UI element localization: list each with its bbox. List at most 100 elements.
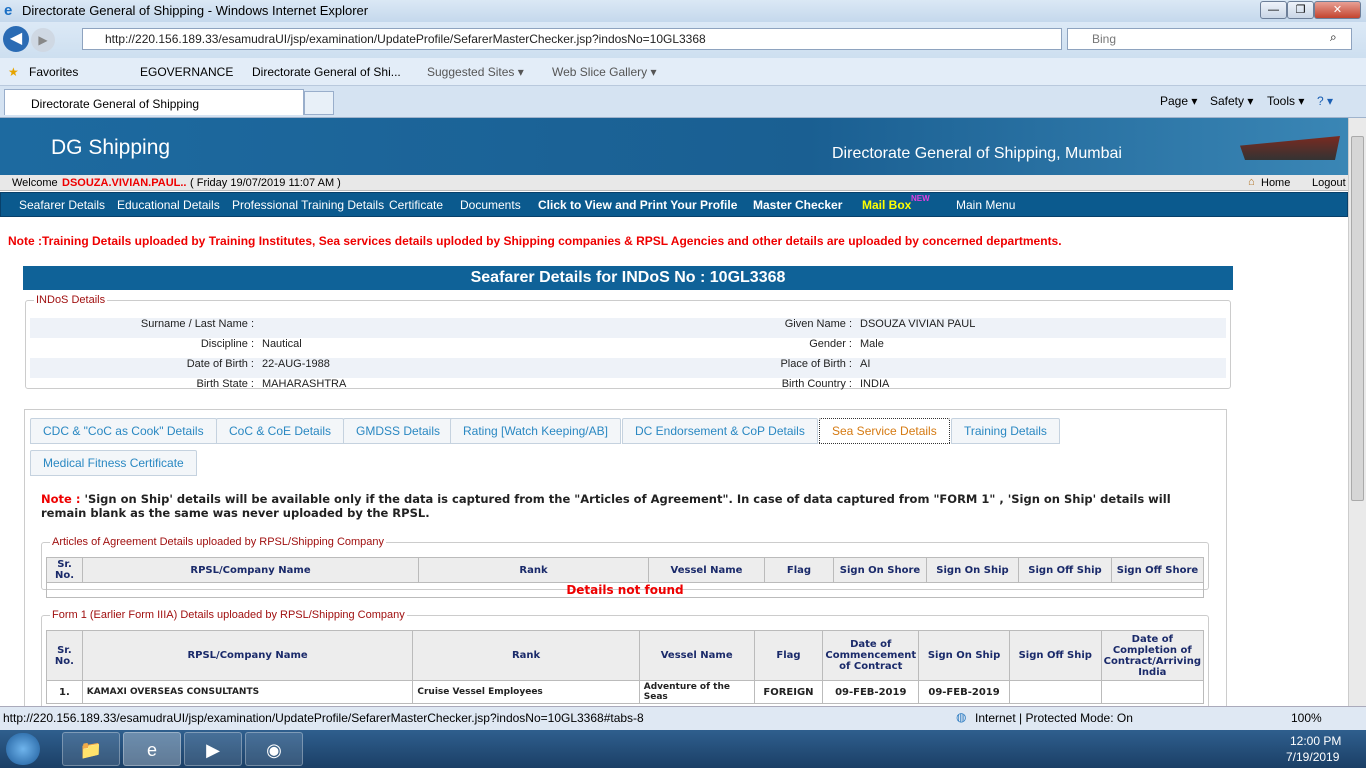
cell: KAMAXI OVERSEAS CONSULTANTS <box>81 680 414 704</box>
tab-rating[interactable]: Rating [Watch Keeping/AB] <box>450 418 621 444</box>
info-row: Surname / Last Name : Given Name : DSOUZA … <box>30 318 1226 338</box>
page-menu[interactable]: Page ▾ <box>1160 94 1197 108</box>
cell: Adventure of the Seas <box>638 680 755 704</box>
label: Birth Country : <box>781 378 852 390</box>
label: Place of Birth : <box>780 358 852 370</box>
nav-view-print-profile[interactable]: Click to View and Print Your Profile <box>538 198 737 212</box>
aoa-section: Articles of Agreement Details uploaded b… <box>41 536 1209 598</box>
vertical-scrollbar[interactable] <box>1348 118 1366 706</box>
scrollbar-thumb[interactable] <box>1351 136 1364 501</box>
label: Birth State : <box>196 378 254 390</box>
empty-message: Details not found <box>46 582 1204 598</box>
col-header: Vessel Name <box>648 557 765 583</box>
zoom-level[interactable]: 100% <box>1291 711 1322 725</box>
note-text: 'Sign on Ship' details will be available… <box>41 492 1171 520</box>
status-url: http://220.156.189.33/esamudraUI/jsp/exa… <box>3 711 644 725</box>
taskbar: 📁 e ▶ ◉ 12:00 PM 7/19/2019 <box>0 730 1366 768</box>
tab-row: Directorate General of Shipping Page ▾ S… <box>0 86 1366 118</box>
col-header: Rank <box>418 557 649 583</box>
cell: 09-FEB-2019 <box>918 680 1010 704</box>
browser-tab[interactable]: Directorate General of Shipping <box>4 89 304 115</box>
favorite-link[interactable]: EGOVERNANCE <box>140 65 233 79</box>
minimize-button[interactable]: — <box>1260 1 1287 19</box>
search-icon[interactable]: ⌕ <box>1330 30 1337 45</box>
tab-gmdss[interactable]: GMDSS Details <box>343 418 454 444</box>
url-input[interactable]: http://220.156.189.33/esamudraUI/jsp/exa… <box>82 28 1062 50</box>
favorite-link[interactable]: Suggested Sites ▾ <box>427 65 524 79</box>
nav-educational-details[interactable]: Educational Details <box>117 198 220 212</box>
maximize-button[interactable]: ❐ <box>1287 1 1314 19</box>
nav-documents[interactable]: Documents <box>460 198 521 212</box>
cell: 1. <box>46 680 83 704</box>
col-header: Date of Commencement of Contract <box>822 630 920 681</box>
status-bar: http://220.156.189.33/esamudraUI/jsp/exa… <box>0 706 1366 730</box>
label: Given Name : <box>784 318 852 330</box>
back-button[interactable]: ◀ <box>3 26 29 52</box>
tab-sea-service[interactable]: Sea Service Details <box>819 418 950 444</box>
favorites-button[interactable]: Favorites <box>29 65 78 79</box>
tab-training[interactable]: Training Details <box>951 418 1060 444</box>
org-name: Directorate General of Shipping, Mumbai <box>832 145 1122 162</box>
web-page: DG Shipping Directorate General of Shipp… <box>0 118 1348 706</box>
logout-link[interactable]: Logout <box>1312 177 1346 189</box>
col-header: Sign Off Ship <box>1018 557 1112 583</box>
nav-professional-training[interactable]: Professional Training Details <box>232 198 384 212</box>
close-button[interactable]: ✕ <box>1314 1 1361 19</box>
globe-icon: ◍ <box>956 710 967 724</box>
label: Discipline : <box>200 338 254 350</box>
tab-medical[interactable]: Medical Fitness Certificate <box>30 450 197 476</box>
nav-certificate[interactable]: Certificate <box>389 198 443 212</box>
nav-seafarer-details[interactable]: Seafarer Details <box>19 198 105 212</box>
info-row: Date of Birth : 22-AUG-1988 Place of Birth… <box>30 358 1226 378</box>
tools-menu[interactable]: Tools ▾ <box>1267 94 1304 108</box>
favorites-bar: ★ Favorites EGOVERNANCE Directorate Gene… <box>0 58 1366 86</box>
col-header: Sr. No. <box>46 557 83 583</box>
search-input[interactable]: Bing <box>1067 28 1352 50</box>
cell <box>1008 680 1102 704</box>
ie-taskbar-icon[interactable]: e <box>123 732 181 766</box>
tab-cdc[interactable]: CDC & "CoC as Cook" Details <box>30 418 217 444</box>
media-player-taskbar-icon[interactable]: ▶ <box>184 732 242 766</box>
nav-master-checker[interactable]: Master Checker <box>753 198 842 212</box>
nav-mail-box[interactable]: Mail Box <box>862 198 911 212</box>
help-menu[interactable]: ? ▾ <box>1317 94 1333 108</box>
value: INDIA <box>860 378 890 390</box>
col-header: Date of Completion of Contract/Arriving … <box>1100 630 1205 681</box>
new-badge: NEW <box>911 194 930 203</box>
title-bar: e Directorate General of Shipping - Wind… <box>0 0 1366 22</box>
details-tabs: CDC & "CoC as Cook" Details CoC & CoE De… <box>24 409 1227 706</box>
chrome-taskbar-icon[interactable]: ◉ <box>245 732 303 766</box>
value: Nautical <box>262 338 302 350</box>
label: Gender : <box>809 338 852 350</box>
favorite-link[interactable]: Directorate General of Shi... <box>252 65 401 79</box>
col-header: Vessel Name <box>638 630 755 681</box>
form1-legend: Form 1 (Earlier Form IIIA) Details uploa… <box>52 609 405 621</box>
forward-button[interactable]: ▶ <box>31 28 55 52</box>
welcome-bar: Welcome DSOUZA.VIVIAN.PAUL.. ( Friday 19… <box>0 175 1348 191</box>
section-title: Seafarer Details for INDoS No : 10GL3368 <box>23 266 1233 290</box>
safety-menu[interactable]: Safety ▾ <box>1210 94 1253 108</box>
clock-time: 12:00 PM <box>1290 734 1342 748</box>
user-name: DSOUZA.VIVIAN.PAUL.. <box>62 177 187 189</box>
value: Male <box>860 338 884 350</box>
window-title: Directorate General of Shipping - Window… <box>22 3 369 18</box>
ie-icon: e <box>4 2 13 19</box>
start-button[interactable] <box>6 733 40 765</box>
value: AI <box>860 358 871 370</box>
new-tab-button[interactable] <box>304 91 334 115</box>
explorer-taskbar-icon[interactable]: 📁 <box>62 732 120 766</box>
star-icon: ★ <box>8 65 19 79</box>
home-link[interactable]: Home <box>1261 177 1290 189</box>
cell: Cruise Vessel Employees <box>412 680 640 704</box>
tab-coc[interactable]: CoC & CoE Details <box>216 418 345 444</box>
clock-date: 7/19/2019 <box>1286 750 1340 764</box>
info-row: Birth State : MAHARASHTRA Birth Country : I… <box>30 378 1226 398</box>
tab-dc-endorsement[interactable]: DC Endorsement & CoP Details <box>622 418 818 444</box>
address-bar-area: ◀ ▶ http://220.156.189.33/esamudraUI/jsp… <box>0 22 1366 58</box>
nav-main-menu[interactable]: Main Menu <box>956 198 1015 212</box>
label: Surname / Last Name : <box>140 318 254 330</box>
col-header: Sign On Shore <box>833 557 927 583</box>
col-header: RPSL/Company Name <box>82 557 419 583</box>
favorite-link[interactable]: Web Slice Gallery ▾ <box>552 65 657 79</box>
col-header: Sr. No. <box>46 630 83 681</box>
